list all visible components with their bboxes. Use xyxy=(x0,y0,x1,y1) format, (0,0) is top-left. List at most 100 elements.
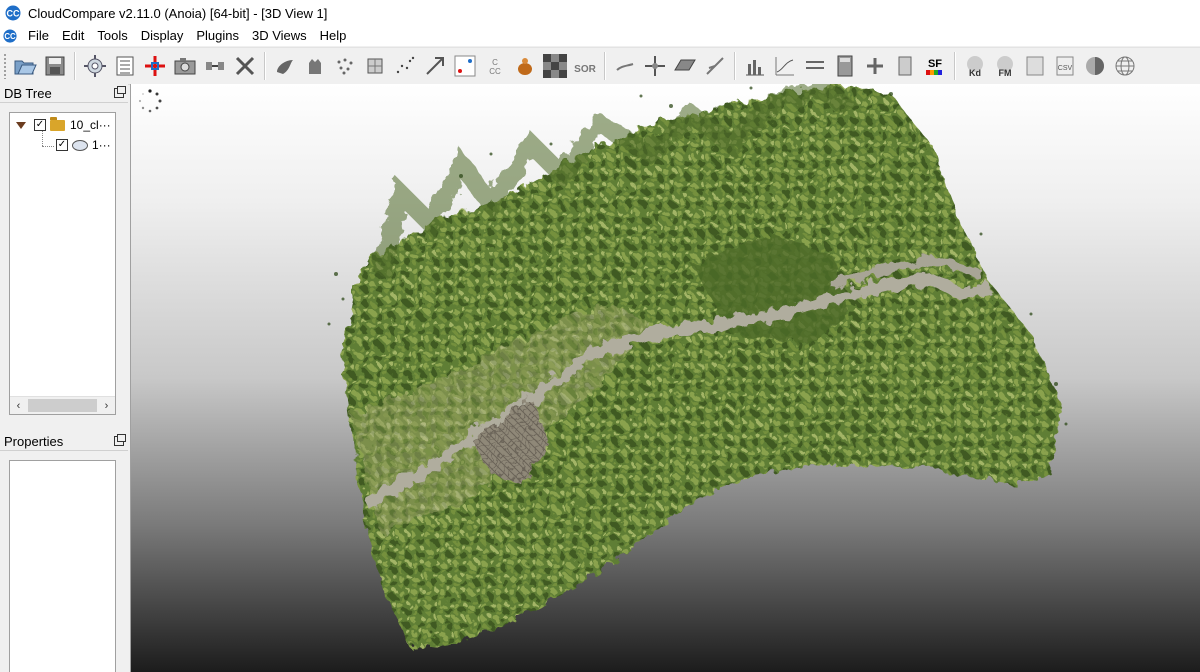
save-icon xyxy=(45,56,65,76)
list-icon xyxy=(116,56,134,76)
menu-help[interactable]: Help xyxy=(314,26,354,46)
db-tree-panel[interactable]: ✓ 10_cl··· ✓ 1··· ‹ › xyxy=(9,112,116,415)
menu-display[interactable]: Display xyxy=(135,26,191,46)
globe-button[interactable] xyxy=(1110,51,1140,81)
calculator-button[interactable] xyxy=(830,51,860,81)
add-button[interactable] xyxy=(860,51,890,81)
db-tree-title: DB Tree xyxy=(4,85,52,101)
export-file-button[interactable] xyxy=(1020,51,1050,81)
translate-button[interactable] xyxy=(640,51,670,81)
bag-button[interactable] xyxy=(510,51,540,81)
curve-button[interactable] xyxy=(770,51,800,81)
point-cloud-icon xyxy=(72,139,88,151)
window-title: CloudCompare v2.11.0 (Anoia) [64-bit] - … xyxy=(28,5,328,21)
normals-button[interactable] xyxy=(610,51,640,81)
folder-icon xyxy=(50,116,65,131)
svg-text:CC: CC xyxy=(4,32,16,41)
tree-item-checkbox[interactable]: ✓ xyxy=(34,119,46,131)
subsample-icon xyxy=(337,58,353,75)
curve-icon xyxy=(775,57,794,76)
menu-edit[interactable]: Edit xyxy=(56,26,91,46)
save-button[interactable] xyxy=(40,51,70,81)
align-button[interactable] xyxy=(420,51,450,81)
subsample-button[interactable] xyxy=(330,51,360,81)
delete-button[interactable] xyxy=(230,51,260,81)
cc-distance-button[interactable]: C CC xyxy=(480,51,510,81)
horizontal-scrollbar[interactable]: ‹ › xyxy=(10,396,115,414)
camera-icon xyxy=(174,58,196,75)
clean-button[interactable] xyxy=(270,51,300,81)
toolbar-separator xyxy=(954,52,956,80)
menu-bar: CC File Edit Tools Display Plugins 3D Vi… xyxy=(0,26,1200,46)
properties-panel[interactable] xyxy=(9,460,116,672)
3d-view[interactable] xyxy=(130,84,1200,672)
fm-label: FM xyxy=(999,68,1012,78)
merge-icon xyxy=(206,62,224,70)
gear-icon xyxy=(84,55,106,77)
toolbar-separator xyxy=(74,52,76,80)
plus-icon xyxy=(867,58,883,74)
tree-item-cloud[interactable]: ✓ 1··· xyxy=(56,137,111,153)
menu-plugins[interactable]: Plugins xyxy=(190,26,246,46)
checker-icon xyxy=(543,54,567,78)
registration-button[interactable] xyxy=(450,51,480,81)
tree-item-folder[interactable]: ✓ 10_cl··· xyxy=(16,116,111,133)
sor-filter-button[interactable]: SOR xyxy=(570,51,600,81)
noise-filter-button[interactable] xyxy=(540,51,570,81)
open-button[interactable] xyxy=(10,51,40,81)
toolbar-separator xyxy=(734,52,736,80)
plane-button[interactable] xyxy=(670,51,700,81)
scalar-field-button[interactable]: SF xyxy=(920,51,950,81)
clean-icon xyxy=(277,60,293,74)
plane-icon xyxy=(674,59,696,71)
global-shift-button[interactable] xyxy=(80,51,110,81)
point-picking-button[interactable] xyxy=(140,51,170,81)
undock-icon[interactable] xyxy=(114,86,126,98)
sor-label: SOR xyxy=(574,64,596,75)
sample-points-button[interactable] xyxy=(390,51,420,81)
histogram-button[interactable] xyxy=(740,51,770,81)
kd-tree-button[interactable]: Kd xyxy=(960,51,990,81)
list-button[interactable] xyxy=(110,51,140,81)
svg-text:CC: CC xyxy=(7,9,20,19)
segment-button[interactable] xyxy=(300,51,330,81)
threshold-icon xyxy=(806,61,824,69)
toolbar-grip[interactable] xyxy=(3,53,7,79)
threshold-button[interactable] xyxy=(800,51,830,81)
normals-icon xyxy=(616,63,634,71)
sor-icon: SOR xyxy=(574,64,596,75)
grid-button[interactable] xyxy=(890,51,920,81)
sf-label: SF xyxy=(928,58,942,70)
scroll-left-icon[interactable]: ‹ xyxy=(10,400,27,412)
collapse-arrow-icon[interactable] xyxy=(16,121,26,129)
scroll-thumb[interactable] xyxy=(28,399,97,412)
tree-item-checkbox[interactable]: ✓ xyxy=(56,139,68,151)
crosshair-icon xyxy=(145,56,165,76)
scatter-icon xyxy=(396,56,415,74)
cloudcompare-logo-icon: CC xyxy=(5,5,21,21)
point-cloud-render xyxy=(327,84,1068,649)
menu-tools[interactable]: Tools xyxy=(91,26,134,46)
mesh-button[interactable] xyxy=(360,51,390,81)
snapshot-button[interactable] xyxy=(170,51,200,81)
keypad-icon xyxy=(898,56,912,76)
cc-icon: CCC xyxy=(489,58,501,76)
menu-file[interactable]: File xyxy=(22,26,56,46)
undock-icon[interactable] xyxy=(114,434,126,446)
csv-icon: CSV xyxy=(1056,56,1074,76)
fm-button[interactable]: FM xyxy=(990,51,1020,81)
sphere-icon xyxy=(1086,57,1104,75)
app-menu-icon[interactable]: CC xyxy=(3,29,17,43)
sensor-button[interactable] xyxy=(700,51,730,81)
fm-icon: FM xyxy=(997,56,1013,78)
sensor-icon xyxy=(706,57,724,75)
scroll-right-icon[interactable]: › xyxy=(98,400,115,412)
sf-icon: SF xyxy=(926,58,942,75)
export-csv-button[interactable]: CSV xyxy=(1050,51,1080,81)
properties-title: Properties xyxy=(4,433,64,449)
menu-3d-views[interactable]: 3D Views xyxy=(246,26,314,46)
shading-button[interactable] xyxy=(1080,51,1110,81)
delete-icon xyxy=(235,56,255,76)
merge-button[interactable] xyxy=(200,51,230,81)
histogram-icon xyxy=(746,60,764,76)
